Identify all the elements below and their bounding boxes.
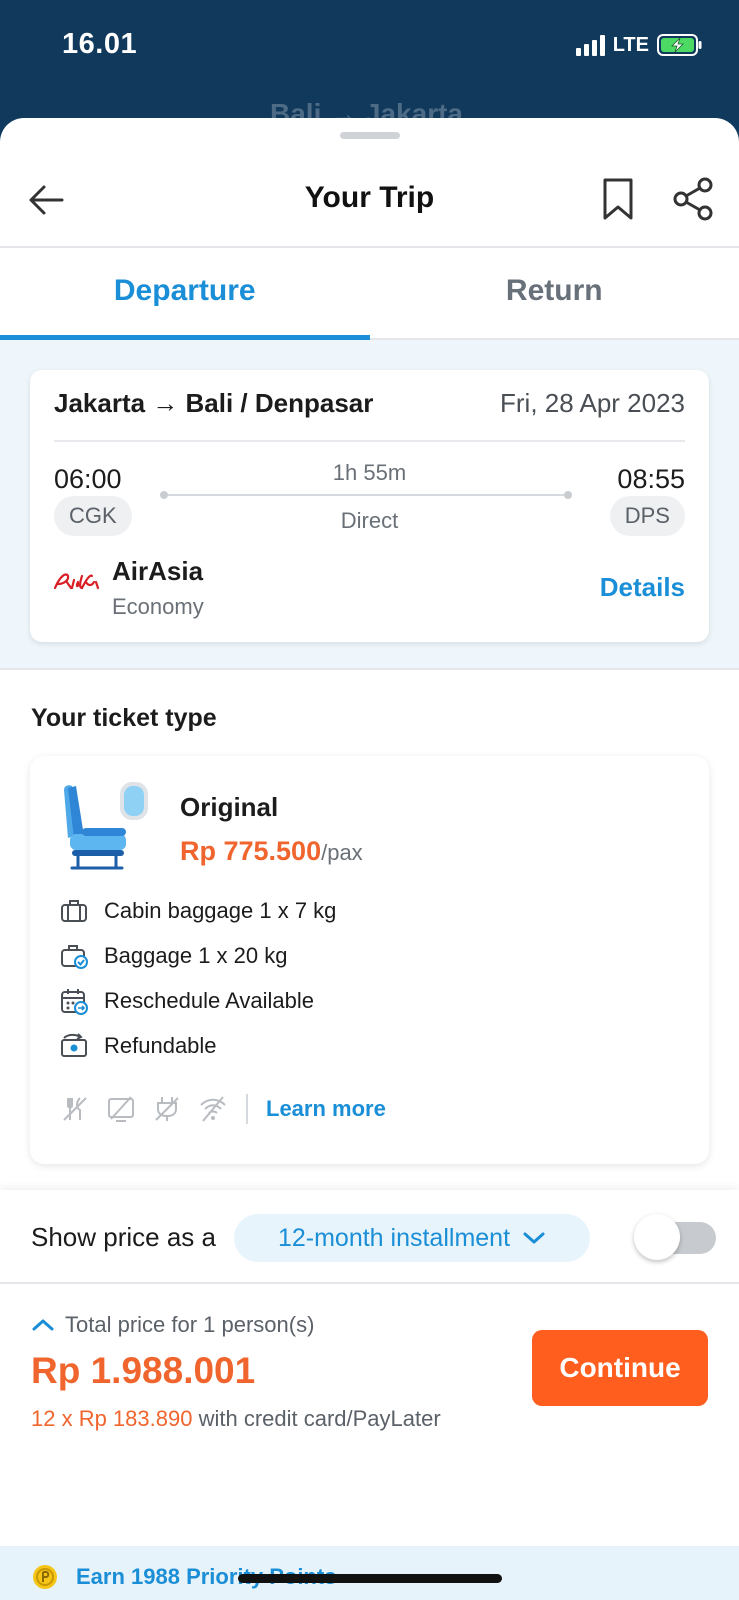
cabin-class: Economy: [112, 594, 204, 619]
tab-return[interactable]: Return: [370, 248, 739, 338]
battery-icon: [657, 34, 702, 56]
flight-card: Jakarta → Bali / Denpasar Fri, 28 Apr 20…: [30, 370, 709, 642]
installment-label: Show price as a: [31, 1222, 216, 1252]
status-bar: 16.01 LTE Bali → Jakarta: [0, 0, 739, 129]
feature-label: Cabin baggage 1 x 7 kg: [104, 898, 337, 923]
installment-dropdown[interactable]: 12-month installment: [234, 1214, 590, 1262]
flight-route: Jakarta → Bali / Denpasar: [54, 388, 374, 418]
ticket-type-heading: Your ticket type: [31, 704, 217, 732]
feature-label: Refundable: [104, 1033, 217, 1058]
flight-date: Fri, 28 Apr 2023: [500, 388, 685, 418]
installment-toggle[interactable]: [634, 1214, 716, 1260]
airasia-logo-icon: [53, 573, 100, 590]
tab-departure[interactable]: Departure: [0, 248, 370, 340]
details-link[interactable]: Details: [600, 572, 685, 603]
seat-icon: [64, 782, 148, 870]
chevron-down-icon: [523, 1232, 545, 1244]
route-line: [160, 491, 572, 499]
learn-more-link[interactable]: Learn more: [266, 1096, 386, 1122]
reschedule-icon: [61, 989, 88, 1015]
trip-tabs: Departure Return: [0, 248, 739, 340]
total-price-label: Total price for 1 person(s): [65, 1312, 315, 1337]
airline-name: AirAsia: [112, 556, 204, 586]
feature-label: Reschedule Available: [104, 988, 314, 1013]
feature-baggage: Baggage 1 x 20 kg: [60, 941, 287, 971]
bookmark-icon[interactable]: [598, 176, 638, 222]
no-meal-icon: [63, 1097, 87, 1121]
price-summary-panel: Show price as a 12-month installment Tot…: [0, 1190, 739, 1600]
cabin-baggage-icon: [61, 900, 87, 922]
flight-stops: Direct: [340, 508, 399, 533]
installment-row: Show price as a 12-month installment: [0, 1190, 739, 1284]
amenities-divider: [246, 1094, 248, 1124]
no-entertainment-icon: [108, 1096, 134, 1122]
back-arrow-icon[interactable]: [24, 178, 68, 222]
feature-label: Baggage 1 x 20 kg: [104, 943, 288, 968]
trip-sheet: Your Trip Departure Return Jakarta → Bal…: [0, 118, 739, 1600]
continue-button[interactable]: Continue: [532, 1330, 708, 1406]
installment-suffix: with credit card/PayLater: [192, 1406, 441, 1431]
installment-selected: 12-month installment: [277, 1223, 511, 1252]
price-unit: /pax: [321, 840, 363, 865]
feature-cabin-baggage: Cabin baggage 1 x 7 kg: [60, 896, 336, 926]
network-type: LTE: [612, 33, 649, 56]
total-price: Rp 1.988.001: [31, 1350, 256, 1391]
no-wifi-icon: [200, 1096, 226, 1122]
sheet-header: Your Trip: [0, 154, 739, 248]
priority-points-icon: [33, 1565, 57, 1589]
ticket-card[interactable]: Original Rp 775.500/pax Cabin baggage 1 …: [30, 756, 709, 1164]
flight-section: Jakarta → Bali / Denpasar Fri, 28 Apr 20…: [0, 340, 739, 670]
installment-amount: 12 x Rp 183.890: [31, 1406, 193, 1431]
chevron-up-icon: [32, 1319, 54, 1331]
ticket-price-row: Rp 775.500/pax: [180, 836, 363, 867]
total-price-toggle[interactable]: Total price for 1 person(s): [31, 1312, 314, 1338]
amenities-row: Learn more: [60, 1094, 386, 1124]
sheet-grabber[interactable]: [340, 132, 400, 139]
ticket-name: Original: [180, 792, 279, 822]
flight-duration: 1h 55m: [332, 460, 407, 485]
card-divider: [54, 440, 685, 442]
refund-icon: [61, 1033, 87, 1057]
ticket-price: Rp 775.500: [180, 836, 322, 866]
total-section: Total price for 1 person(s) Rp 1.988.001…: [0, 1286, 739, 1446]
feature-reschedule: Reschedule Available: [60, 986, 314, 1016]
toggle-knob: [634, 1214, 680, 1260]
feature-refund: Refundable: [60, 1031, 217, 1061]
baggage-icon: [61, 945, 88, 969]
signal-icon: [575, 34, 605, 56]
no-power-icon: [155, 1097, 179, 1121]
status-indicators: LTE: [575, 33, 703, 57]
priority-points-bar: Earn 1988 Priority Points: [0, 1546, 739, 1600]
installment-note: 12 x Rp 183.890 with credit card/PayLate…: [31, 1406, 441, 1432]
share-icon[interactable]: [670, 176, 716, 222]
home-indicator[interactable]: [238, 1574, 502, 1583]
status-time: 16.01: [62, 28, 138, 60]
